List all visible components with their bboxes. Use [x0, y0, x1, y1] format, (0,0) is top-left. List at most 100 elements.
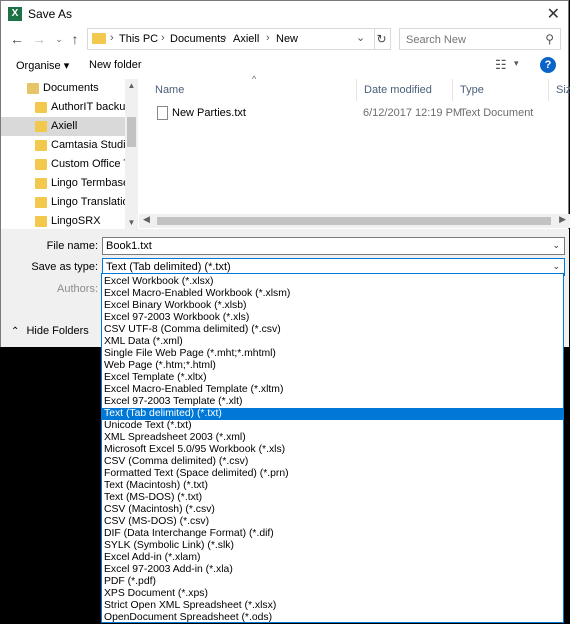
folder-icon	[92, 33, 106, 44]
refresh-icon[interactable]: ↻	[373, 28, 391, 50]
hide-folders-label: Hide Folders	[26, 325, 89, 337]
new-folder-button[interactable]: New folder	[89, 59, 142, 71]
scroll-right-icon[interactable]: ▶	[559, 214, 566, 225]
save-type-option[interactable]: Excel Add-in (*.xlam)	[102, 552, 563, 564]
nav-item-label: Custom Office Te	[51, 158, 125, 170]
search-input[interactable]	[404, 31, 538, 49]
breadcrumb-this-pc[interactable]: This PC	[119, 33, 158, 45]
column-header-size[interactable]: Size	[556, 84, 570, 96]
nav-item-axiell[interactable]: Axiell	[1, 117, 125, 136]
save-type-option[interactable]: Excel Template (*.xltx)	[102, 372, 563, 384]
column-header-type[interactable]: Type	[460, 84, 484, 96]
file-row[interactable]: New Parties.txt 6/12/2017 12:19 PM Text …	[153, 105, 563, 123]
scroll-left-icon[interactable]: ◀	[143, 214, 150, 225]
nav-item-lingo-termbases[interactable]: Lingo Termbases	[1, 174, 125, 193]
excel-icon: X	[8, 7, 22, 21]
save-type-option[interactable]: Unicode Text (*.txt)	[102, 420, 563, 432]
nav-item-label: Lingo Translation	[51, 196, 125, 208]
scrollbar-thumb[interactable]	[127, 117, 136, 147]
text-document-icon	[157, 106, 168, 120]
save-as-type-value: Text (Tab delimited) (*.txt)	[106, 261, 231, 273]
nav-scrollbar[interactable]: ▲ ▼	[125, 79, 138, 229]
column-divider	[356, 79, 357, 101]
chevron-down-icon[interactable]: ⌄	[552, 261, 560, 272]
save-as-type-dropdown-list: Excel Workbook (*.xlsx) Excel Macro-Enab…	[101, 273, 564, 623]
forward-arrow-icon[interactable]: →	[31, 29, 47, 49]
save-type-option[interactable]: Excel Macro-Enabled Template (*.xltm)	[102, 384, 563, 396]
up-arrow-icon[interactable]: ↑	[67, 29, 83, 49]
column-header-name[interactable]: Name	[155, 84, 184, 96]
file-list-scrollbar[interactable]: ◀ ▶	[139, 214, 570, 228]
nav-item-label: Axiell	[51, 120, 78, 132]
folder-icon	[35, 102, 47, 113]
nav-item-label: Documents	[43, 82, 99, 94]
close-icon[interactable]: ✕	[547, 4, 560, 24]
save-type-option[interactable]: Formatted Text (Space delimited) (*.prn)	[102, 468, 563, 480]
nav-item-custom-office-templates[interactable]: Custom Office Te	[1, 155, 125, 174]
save-type-option[interactable]: Web Page (*.htm;*.html)	[102, 360, 563, 372]
folder-icon	[35, 159, 47, 170]
back-arrow-icon[interactable]: ←	[9, 29, 25, 49]
file-type: Text Document	[460, 107, 534, 119]
organise-button[interactable]: Organise ▾	[16, 59, 69, 72]
recent-locations-chevron-icon[interactable]: ⌄	[51, 29, 67, 49]
save-type-option[interactable]: PDF (*.pdf)	[102, 576, 563, 588]
breadcrumb-documents[interactable]: Documents	[170, 33, 226, 45]
column-header-date-modified[interactable]: Date modified	[364, 84, 432, 96]
save-type-option[interactable]: XML Spreadsheet 2003 (*.xml)	[102, 432, 563, 444]
authors-label: Authors:	[57, 283, 98, 295]
save-type-option[interactable]: CSV UTF-8 (Comma delimited) (*.csv)	[102, 324, 563, 336]
navigation-pane: Documents AuthorIT backup Axiell Camtasi…	[1, 79, 138, 229]
save-type-option[interactable]: Microsoft Excel 5.0/95 Workbook (*.xls)	[102, 444, 563, 456]
nav-item-label: Lingo Termbases	[51, 177, 125, 189]
scrollbar-thumb[interactable]	[157, 217, 551, 225]
nav-item-label: Camtasia Studio	[51, 139, 125, 151]
sort-chevron-icon: ^	[252, 74, 257, 84]
save-type-option[interactable]: Strict Open XML Spreadsheet (*.xlsx)	[102, 600, 563, 612]
search-box[interactable]: ⚲	[399, 28, 561, 50]
save-type-option-selected[interactable]: Text (Tab delimited) (*.txt)	[102, 408, 563, 420]
chevron-right-icon: ›	[161, 32, 165, 44]
file-name-field[interactable]: Book1.txt ⌄	[102, 237, 565, 255]
save-type-option[interactable]: Excel 97-2003 Add-in (*.xla)	[102, 564, 563, 576]
save-type-option[interactable]: Excel 97-2003 Workbook (*.xls)	[102, 312, 563, 324]
search-icon: ⚲	[545, 32, 554, 46]
chevron-down-icon[interactable]: ⌄	[552, 240, 560, 251]
save-type-option[interactable]: XML Data (*.xml)	[102, 336, 563, 348]
nav-item-lingo-translation[interactable]: Lingo Translation	[1, 193, 125, 212]
hide-folders-button[interactable]: ⌃ Hide Folders	[11, 325, 89, 337]
save-type-option[interactable]: Excel 97-2003 Template (*.xlt)	[102, 396, 563, 408]
chevron-down-icon[interactable]: ⌄	[356, 31, 365, 44]
save-type-option[interactable]: CSV (Comma delimited) (*.csv)	[102, 456, 563, 468]
chevron-right-icon: ›	[266, 32, 270, 44]
breadcrumb-new[interactable]: New	[276, 33, 298, 45]
scroll-down-icon[interactable]: ▼	[125, 218, 138, 227]
save-type-option[interactable]: CSV (Macintosh) (*.csv)	[102, 504, 563, 516]
save-type-option[interactable]: Text (Macintosh) (*.txt)	[102, 480, 563, 492]
address-bar[interactable]: › This PC › Documents › Axiell › New ⌄	[87, 28, 375, 50]
save-type-option[interactable]: DIF (Data Interchange Format) (*.dif)	[102, 528, 563, 540]
column-divider	[548, 79, 549, 101]
nav-item-authorit-backup[interactable]: AuthorIT backup	[1, 98, 125, 117]
nav-item-documents[interactable]: Documents	[1, 79, 125, 98]
save-type-option[interactable]: Single File Web Page (*.mht;*.mhtml)	[102, 348, 563, 360]
chevron-down-icon[interactable]: ▾	[514, 58, 519, 69]
save-type-option[interactable]: CSV (MS-DOS) (*.csv)	[102, 516, 563, 528]
help-icon[interactable]: ?	[540, 57, 556, 73]
nav-item-label: AuthorIT backup	[51, 101, 125, 113]
chevron-up-icon: ⌃	[11, 326, 20, 337]
save-type-option[interactable]: Excel Workbook (*.xlsx)	[102, 276, 563, 288]
save-type-option[interactable]: OpenDocument Spreadsheet (*.ods)	[102, 612, 563, 624]
save-type-option[interactable]: SYLK (Symbolic Link) (*.slk)	[102, 540, 563, 552]
title-bar: X Save As ✕	[1, 1, 568, 27]
nav-item-camtasia-studio[interactable]: Camtasia Studio	[1, 136, 125, 155]
file-name-label: File name:	[46, 240, 98, 252]
save-type-option[interactable]: Text (MS-DOS) (*.txt)	[102, 492, 563, 504]
save-type-option[interactable]: Excel Binary Workbook (*.xlsb)	[102, 300, 563, 312]
toolbar: Organise ▾ New folder ☷ ▾ ?	[1, 54, 568, 78]
save-type-option[interactable]: XPS Document (*.xps)	[102, 588, 563, 600]
view-options-icon[interactable]: ☷	[495, 57, 507, 73]
scroll-up-icon[interactable]: ▲	[125, 81, 138, 90]
breadcrumb-axiell[interactable]: Axiell	[233, 33, 259, 45]
save-type-option[interactable]: Excel Macro-Enabled Workbook (*.xlsm)	[102, 288, 563, 300]
